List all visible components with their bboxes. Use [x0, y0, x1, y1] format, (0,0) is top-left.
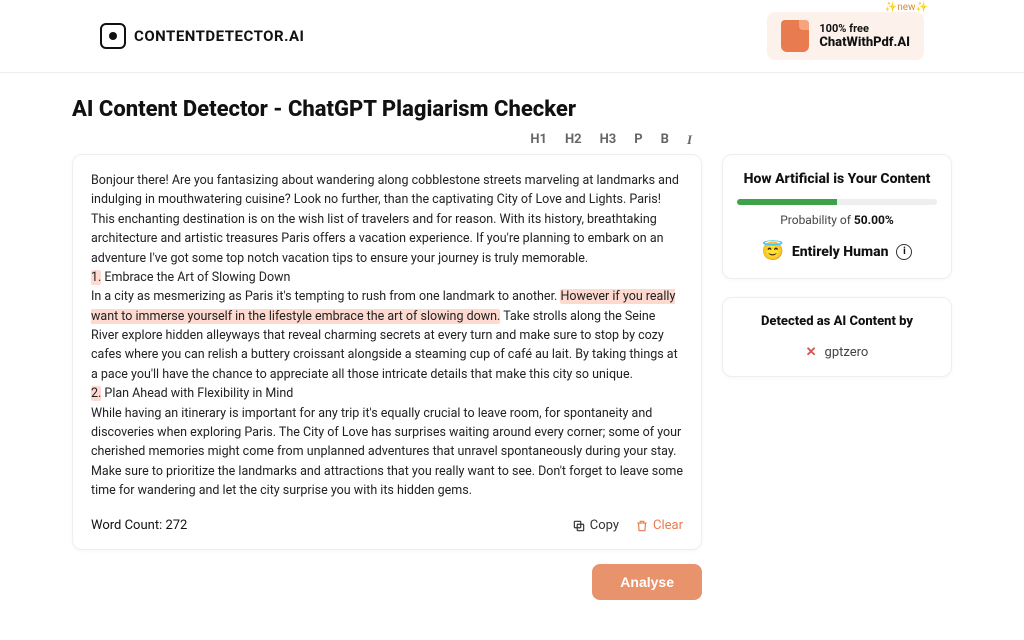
- progress-fill: [737, 199, 837, 205]
- detected-card: Detected as AI Content by ✕ gptzero: [722, 297, 952, 377]
- format-h1[interactable]: H1: [530, 132, 547, 148]
- highlight: 1.: [91, 270, 101, 285]
- new-badge: ✨new✨: [885, 2, 928, 13]
- detector-item: ✕ gptzero: [737, 345, 937, 360]
- clear-label: Clear: [653, 518, 683, 533]
- detector-name: gptzero: [825, 345, 869, 360]
- paragraph: While having an itinerary is important f…: [91, 406, 681, 460]
- probability-text: Probability of 50.00%: [737, 213, 937, 227]
- verdict-label: Entirely Human: [792, 244, 889, 260]
- logo[interactable]: CONTENTDETECTOR.AI: [100, 23, 304, 49]
- heading-text: Embrace the Art of Slowing Down: [101, 270, 290, 285]
- paragraph: Make sure to prioritize the landmarks an…: [91, 464, 683, 498]
- highlight: 2.: [91, 386, 101, 401]
- result-card: How Artificial is Your Content Probabili…: [722, 154, 952, 279]
- format-toolbar: H1 H2 H3 P B I: [72, 132, 952, 148]
- paragraph: In a city as mesmerizing as Paris it's t…: [91, 289, 560, 304]
- promo-banner[interactable]: ✨new✨ 100% free ChatWithPdf.AI: [767, 12, 924, 60]
- logo-icon: [100, 23, 126, 49]
- format-bold[interactable]: B: [661, 132, 669, 148]
- header: CONTENTDETECTOR.AI ✨new✨ 100% free ChatW…: [0, 0, 1024, 73]
- promo-name: ChatWithPdf.AI: [819, 35, 910, 51]
- x-icon: ✕: [806, 345, 817, 360]
- trash-icon: [635, 519, 649, 533]
- promo-free-label: 100% free: [819, 22, 910, 35]
- brand-name: CONTENTDETECTOR.AI: [134, 27, 304, 45]
- format-h2[interactable]: H2: [565, 132, 582, 148]
- halo-icon: 😇: [762, 241, 784, 262]
- info-icon[interactable]: i: [896, 244, 912, 260]
- format-h3[interactable]: H3: [600, 132, 617, 148]
- copy-icon: [572, 519, 586, 533]
- probability-value: 50.00%: [854, 213, 894, 227]
- probability-prefix: Probability of: [780, 213, 854, 227]
- editor-content[interactable]: Bonjour there! Are you fantasizing about…: [91, 171, 683, 500]
- heading-text: Plan Ahead with Flexibility in Mind: [101, 386, 293, 401]
- word-count: Word Count: 272: [91, 518, 187, 533]
- progress-bar: [737, 199, 937, 205]
- analyse-button[interactable]: Analyse: [592, 564, 702, 600]
- detected-title: Detected as AI Content by: [737, 314, 937, 329]
- paragraph: Bonjour there! Are you fantasizing about…: [91, 173, 679, 266]
- copy-button[interactable]: Copy: [572, 518, 619, 533]
- format-italic[interactable]: I: [687, 132, 692, 148]
- copy-label: Copy: [590, 518, 619, 533]
- page-title: AI Content Detector - ChatGPT Plagiarism…: [72, 97, 952, 122]
- editor-panel: Bonjour there! Are you fantasizing about…: [72, 154, 702, 550]
- pdf-icon: [781, 20, 809, 52]
- format-p[interactable]: P: [634, 132, 642, 148]
- promo-text: 100% free ChatWithPdf.AI: [819, 22, 910, 51]
- result-title: How Artificial is Your Content: [737, 171, 937, 187]
- clear-button[interactable]: Clear: [635, 518, 683, 533]
